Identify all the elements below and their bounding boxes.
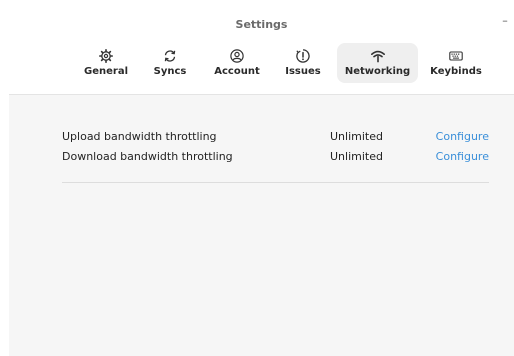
tab-label: General xyxy=(84,66,128,77)
configure-upload-link[interactable]: Configure xyxy=(436,128,489,146)
tab-account[interactable]: Account xyxy=(206,43,268,83)
issues-icon xyxy=(296,49,310,63)
download-throttling-row: Download bandwidth throttling Unlimited … xyxy=(62,148,489,166)
tab-syncs[interactable]: Syncs xyxy=(144,43,196,83)
setting-value: Unlimited xyxy=(330,150,383,163)
setting-value: Unlimited xyxy=(330,130,383,143)
minimize-button[interactable]: – xyxy=(498,14,512,28)
row-divider xyxy=(62,182,489,183)
window-title: Settings xyxy=(235,18,288,31)
configure-download-link[interactable]: Configure xyxy=(436,148,489,166)
tab-issues[interactable]: Issues xyxy=(277,43,329,83)
gear-icon xyxy=(99,49,113,63)
tab-networking[interactable]: Networking xyxy=(337,43,418,83)
account-icon xyxy=(230,49,244,63)
tab-keybinds[interactable]: Keybinds xyxy=(425,43,487,83)
setting-name: Download bandwidth throttling xyxy=(62,150,233,163)
wifi-icon xyxy=(370,49,385,63)
tab-label: Syncs xyxy=(153,66,187,77)
tab-label: Networking xyxy=(344,66,411,77)
sync-icon xyxy=(163,49,177,63)
settings-header: Settings – General Syncs Account Issues … xyxy=(9,8,514,94)
keyboard-icon xyxy=(449,49,463,63)
tab-label: Issues xyxy=(285,66,321,77)
settings-window: Settings – General Syncs Account Issues … xyxy=(9,8,514,356)
upload-throttling-row: Upload bandwidth throttling Unlimited Co… xyxy=(62,128,489,146)
setting-name: Upload bandwidth throttling xyxy=(62,130,217,143)
tab-general[interactable]: General xyxy=(78,43,134,83)
tab-label: Account xyxy=(214,66,260,77)
tab-label: Keybinds xyxy=(430,66,482,77)
networking-panel: Upload bandwidth throttling Unlimited Co… xyxy=(9,95,514,356)
